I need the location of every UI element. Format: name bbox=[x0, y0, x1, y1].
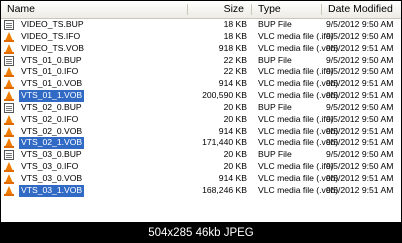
file-rows: VIDEO_TS.BUP 18 KB BUP File 9/5/2012 9:50 A… bbox=[1, 19, 401, 197]
file-name[interactable]: VIDEO_TS.VOB bbox=[19, 43, 86, 55]
file-date-modified: 9/5/2012 9:51 AM bbox=[326, 184, 394, 195]
file-name-cell[interactable]: VTS_01_1.VOB bbox=[4, 90, 186, 102]
file-size: 22 KB bbox=[223, 54, 247, 65]
file-name-cell[interactable]: VTS_03_0.BUP bbox=[4, 149, 186, 161]
file-size: 20 KB bbox=[223, 149, 247, 160]
file-name-cell[interactable]: VTS_02_0.BUP bbox=[4, 102, 186, 114]
file-name-cell[interactable]: VIDEO_TS.IFO bbox=[4, 31, 186, 43]
file-name-cell[interactable]: VTS_01_0.IFO bbox=[4, 66, 186, 78]
file-size: 18 KB bbox=[223, 30, 247, 41]
bup-file-icon bbox=[4, 55, 14, 66]
file-row[interactable]: VTS_02_0.BUP 20 KB BUP File 9/5/2012 9:50 A… bbox=[1, 102, 401, 114]
file-name[interactable]: VTS_03_1.VOB bbox=[19, 184, 85, 197]
file-name[interactable]: VTS_02_0.BUP bbox=[19, 102, 84, 114]
file-size: 22 KB bbox=[223, 66, 247, 77]
vlc-cone-icon bbox=[4, 91, 14, 102]
file-date-modified: 9/5/2012 9:50 AM bbox=[326, 19, 394, 29]
file-name[interactable]: VTS_01_0.BUP bbox=[19, 55, 84, 67]
file-date-modified: 9/5/2012 9:51 AM bbox=[326, 90, 394, 101]
file-row[interactable]: VIDEO_TS.VOB 918 KB VLC media file (.vob) 9… bbox=[1, 43, 401, 55]
file-row[interactable]: VTS_01_0.VOB 914 KB VLC media file (.vob) 9… bbox=[1, 78, 401, 90]
vlc-cone-icon bbox=[4, 114, 14, 125]
bup-file-icon bbox=[4, 20, 14, 30]
vlc-cone-icon bbox=[4, 67, 14, 78]
file-date-modified: 9/5/2012 9:51 AM bbox=[326, 125, 394, 136]
column-header-date-modified[interactable]: Date Modified bbox=[322, 1, 401, 18]
file-name[interactable]: VIDEO_TS.IFO bbox=[19, 31, 82, 43]
column-header-name[interactable]: Name bbox=[1, 1, 187, 18]
file-row[interactable]: VTS_01_1.VOB 200,590 KB VLC media file (.v… bbox=[1, 90, 401, 102]
file-size: 914 KB bbox=[218, 172, 247, 183]
file-size: 200,590 KB bbox=[202, 90, 247, 101]
file-date-modified: 9/5/2012 9:51 AM bbox=[326, 137, 394, 148]
file-row[interactable]: VIDEO_TS.BUP 18 KB BUP File 9/5/2012 9:50 A… bbox=[1, 19, 401, 31]
image-caption: 504x285 46kb JPEG bbox=[148, 227, 254, 239]
file-size: 918 KB bbox=[218, 42, 247, 53]
file-name-cell[interactable]: VTS_02_1.VOB bbox=[4, 137, 186, 150]
file-row[interactable]: VTS_03_0.BUP 20 KB BUP File 9/5/2012 9:50 A… bbox=[1, 149, 401, 161]
vlc-cone-icon bbox=[4, 185, 14, 196]
vlc-cone-icon bbox=[4, 173, 14, 184]
file-row[interactable]: VTS_02_0.IFO 20 KB VLC media file (.ifo) 9/… bbox=[1, 114, 401, 126]
file-size: 20 KB bbox=[223, 113, 247, 124]
file-name-cell[interactable]: VIDEO_TS.VOB bbox=[4, 43, 186, 55]
file-date-modified: 9/5/2012 9:50 AM bbox=[326, 149, 394, 160]
file-date-modified: 9/5/2012 9:50 AM bbox=[326, 66, 394, 77]
file-date-modified: 9/5/2012 9:51 AM bbox=[326, 42, 394, 53]
file-name[interactable]: VTS_03_0.BUP bbox=[19, 149, 84, 161]
file-name-cell[interactable]: VTS_03_1.VOB bbox=[4, 184, 186, 197]
file-name-cell[interactable]: VTS_01_0.VOB bbox=[4, 78, 186, 90]
file-size: 18 KB bbox=[223, 19, 247, 29]
vlc-cone-icon bbox=[4, 162, 14, 173]
file-date-modified: 9/5/2012 9:50 AM bbox=[326, 161, 394, 172]
file-name-cell[interactable]: VTS_03_0.IFO bbox=[4, 161, 186, 173]
file-name[interactable]: VTS_02_1.VOB bbox=[19, 137, 85, 150]
file-row[interactable]: VTS_01_0.IFO 22 KB VLC media file (.ifo) 9/… bbox=[1, 66, 401, 78]
file-name[interactable]: VTS_02_0.VOB bbox=[19, 126, 84, 138]
file-row[interactable]: VTS_02_1.VOB 171,440 KB VLC media file (.v… bbox=[1, 137, 401, 150]
file-size: 20 KB bbox=[223, 161, 247, 172]
vlc-cone-icon bbox=[4, 138, 14, 149]
file-date-modified: 9/5/2012 9:51 AM bbox=[326, 172, 394, 183]
file-row[interactable]: VIDEO_TS.IFO 18 KB VLC media file (.ifo) 9/… bbox=[1, 31, 401, 43]
file-name-cell[interactable]: VTS_01_0.BUP bbox=[4, 55, 186, 67]
file-row[interactable]: VTS_03_0.VOB 914 KB VLC media file (.vob) 9… bbox=[1, 173, 401, 185]
file-name-cell[interactable]: VTS_02_0.IFO bbox=[4, 114, 186, 126]
file-name[interactable]: VTS_02_0.IFO bbox=[19, 114, 80, 126]
file-list-window: Name Size Type Date Modified VIDEO_TS.BU… bbox=[0, 0, 402, 223]
file-size: 914 KB bbox=[218, 125, 247, 136]
file-size: 171,440 KB bbox=[202, 137, 247, 148]
file-name[interactable]: VTS_03_0.VOB bbox=[19, 173, 84, 185]
file-name[interactable]: VTS_01_0.VOB bbox=[19, 78, 84, 90]
file-name[interactable]: VIDEO_TS.BUP bbox=[19, 19, 86, 31]
file-name-cell[interactable]: VTS_03_0.VOB bbox=[4, 173, 186, 185]
file-name-cell[interactable]: VTS_02_0.VOB bbox=[4, 126, 186, 138]
file-date-modified: 9/5/2012 9:50 AM bbox=[326, 30, 394, 41]
vlc-cone-icon bbox=[4, 126, 14, 137]
file-name[interactable]: VTS_03_0.IFO bbox=[19, 161, 80, 173]
file-row[interactable]: VTS_01_0.BUP 22 KB BUP File 9/5/2012 9:50 A… bbox=[1, 55, 401, 67]
bup-file-icon bbox=[4, 150, 14, 161]
file-date-modified: 9/5/2012 9:51 AM bbox=[326, 78, 394, 89]
vlc-cone-icon bbox=[4, 31, 14, 42]
file-name-cell[interactable]: VIDEO_TS.BUP bbox=[4, 19, 186, 31]
column-header-size[interactable]: Size bbox=[188, 1, 250, 18]
vlc-cone-icon bbox=[4, 43, 14, 54]
file-name[interactable]: VTS_01_1.VOB bbox=[19, 90, 85, 102]
bup-file-icon bbox=[4, 102, 14, 113]
file-size: 168,246 KB bbox=[202, 184, 247, 195]
file-size: 20 KB bbox=[223, 101, 247, 112]
column-header-type[interactable]: Type bbox=[252, 1, 322, 18]
file-name[interactable]: VTS_01_0.IFO bbox=[19, 66, 80, 78]
file-row[interactable]: VTS_02_0.VOB 914 KB VLC media file (.vob) 9… bbox=[1, 126, 401, 138]
vlc-cone-icon bbox=[4, 79, 14, 90]
file-row[interactable]: VTS_03_1.VOB 168,246 KB VLC media file (.v… bbox=[1, 184, 401, 197]
file-row[interactable]: VTS_03_0.IFO 20 KB VLC media file (.ifo) 9/… bbox=[1, 161, 401, 173]
file-date-modified: 9/5/2012 9:50 AM bbox=[326, 54, 394, 65]
column-header-bar: Name Size Type Date Modified bbox=[1, 1, 401, 19]
file-size: 914 KB bbox=[218, 78, 247, 89]
file-date-modified: 9/5/2012 9:50 AM bbox=[326, 101, 394, 112]
file-date-modified: 9/5/2012 9:50 AM bbox=[326, 113, 394, 124]
